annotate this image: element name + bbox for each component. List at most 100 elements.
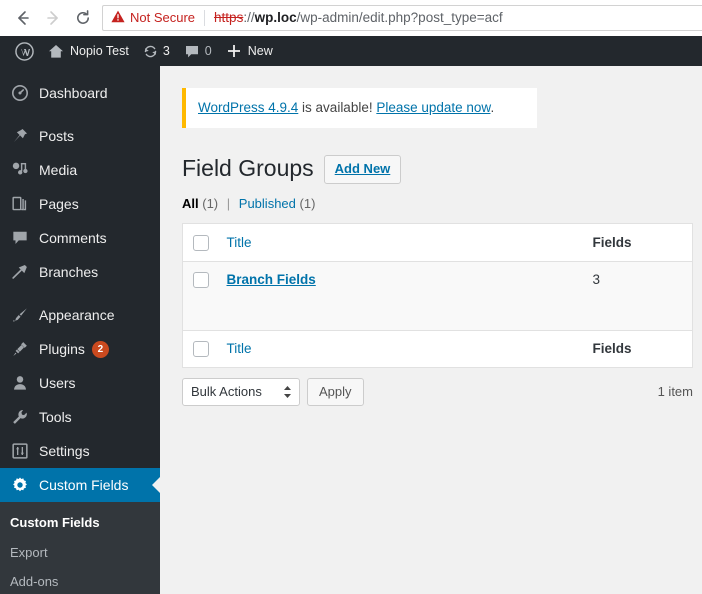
sliders-icon <box>10 441 30 461</box>
sidebar-item-label: Plugins <box>39 341 85 357</box>
sidebar-item-label: Branches <box>39 264 99 280</box>
url-scheme: https <box>214 10 244 25</box>
table-head: Title Fields <box>182 223 693 262</box>
submenu-item-add-ons[interactable]: Add-ons <box>0 567 160 594</box>
wrench-icon <box>10 407 30 427</box>
sidebar-item-users[interactable]: Users <box>0 366 160 400</box>
paintbrush-icon <box>10 305 30 325</box>
sidebar-item-branches[interactable]: Branches <box>0 255 160 289</box>
hammer-icon <box>10 262 30 282</box>
wordpress-logo-icon <box>15 41 34 61</box>
page-header: Field Groups Add New <box>182 154 692 184</box>
field-groups-table: Title Fields Branch Fields 3 Title Field… <box>182 223 693 368</box>
wordpress-version-link[interactable]: WordPress 4.9.4 <box>198 100 298 115</box>
select-all-checkbox-footer[interactable] <box>193 340 209 357</box>
row-select-cell <box>183 261 217 298</box>
column-footer-fields: Fields <box>582 329 693 368</box>
sidebar-item-tools[interactable]: Tools <box>0 400 160 434</box>
user-icon <box>10 373 30 393</box>
arrow-right-icon <box>44 9 62 27</box>
comments-count: 0 <box>204 44 212 58</box>
filter-all-link[interactable]: All <box>182 196 199 211</box>
sidebar-item-label: Dashboard <box>39 85 108 101</box>
new-content-label: New <box>247 44 273 58</box>
site-name-label: Nopio Test <box>70 44 129 58</box>
column-footer-title[interactable]: Title <box>216 329 583 368</box>
column-header-title[interactable]: Title <box>216 223 583 262</box>
wp-admin-bar: Nopio Test 3 0 New <box>0 36 702 66</box>
bulk-actions-select[interactable]: Bulk Actions <box>182 377 300 406</box>
update-notice: WordPress 4.9.4 is available! Please upd… <box>182 88 537 129</box>
media-icon <box>10 160 30 180</box>
bulk-actions-selected-value: Bulk Actions <box>191 384 262 400</box>
spacer-cell <box>216 298 583 331</box>
comments-menu[interactable]: 0 <box>177 36 219 66</box>
browser-toolbar: Not Secure https://wp.loc/wp-admin/edit.… <box>0 0 702 36</box>
site-name-menu[interactable]: Nopio Test <box>41 36 136 66</box>
sidebar-item-label: Appearance <box>39 307 115 323</box>
plugins-update-badge: 2 <box>91 340 109 358</box>
submenu-item-custom-fields[interactable]: Custom Fields <box>0 508 160 538</box>
plus-icon <box>226 43 242 59</box>
reload-button[interactable] <box>68 3 98 33</box>
sidebar-item-plugins[interactable]: Plugins 2 <box>0 332 160 366</box>
filter-published-count: (1) <box>299 196 316 212</box>
row-title-cell: Branch Fields <box>217 261 583 298</box>
table-footer-row: Title Fields <box>182 329 693 368</box>
page-title: Field Groups <box>182 155 314 182</box>
row-actions-spacer <box>182 298 693 331</box>
notice-text-end: . <box>490 100 495 115</box>
sidebar-item-label: Media <box>39 162 78 178</box>
item-count-label: 1 item <box>657 384 693 400</box>
updates-icon <box>143 44 158 59</box>
sidebar-item-dashboard[interactable]: Dashboard <box>0 76 160 110</box>
sidebar-item-label: Tools <box>39 409 72 425</box>
sidebar-item-label: Settings <box>39 443 90 459</box>
updates-count: 3 <box>162 44 170 58</box>
chevron-updown-icon <box>283 385 292 399</box>
url-separator: :// <box>243 10 255 25</box>
spacer-cell <box>182 298 217 331</box>
add-new-button[interactable]: Add New <box>323 154 402 184</box>
warning-triangle-icon <box>111 10 125 26</box>
updates-menu[interactable]: 3 <box>136 36 177 66</box>
select-all-header <box>182 223 217 262</box>
select-all-checkbox[interactable] <box>193 234 209 251</box>
status-filter-links: All (1) | Published (1) <box>182 196 692 211</box>
address-bar[interactable]: Not Secure https://wp.loc/wp-admin/edit.… <box>102 4 702 31</box>
sidebar-item-media[interactable]: Media <box>0 153 160 187</box>
sidebar-item-appearance[interactable]: Appearance <box>0 298 160 332</box>
sidebar-divider <box>0 289 160 298</box>
comment-icon <box>10 228 30 248</box>
please-update-now-link[interactable]: Please update now <box>376 100 490 115</box>
table-row[interactable]: Branch Fields 3 <box>182 261 693 299</box>
column-header-fields: Fields <box>582 223 693 262</box>
new-content-menu[interactable]: New <box>219 36 280 66</box>
home-icon <box>48 44 64 59</box>
sidebar-item-custom-fields[interactable]: Custom Fields <box>0 468 160 502</box>
table-body: Branch Fields 3 <box>182 261 693 331</box>
comment-bubble-icon <box>184 44 200 59</box>
wp-logo-menu[interactable] <box>8 36 41 66</box>
security-warning[interactable]: Not Secure <box>111 10 195 26</box>
sidebar-divider <box>0 110 160 119</box>
sidebar-item-label: Comments <box>39 230 107 246</box>
main-content: WordPress 4.9.4 is available! Please upd… <box>160 66 702 594</box>
sidebar-item-comments[interactable]: Comments <box>0 221 160 255</box>
table-header-row: Title Fields <box>182 223 693 262</box>
gear-icon <box>10 475 30 495</box>
submenu-item-export[interactable]: Export <box>0 538 160 568</box>
row-checkbox[interactable] <box>193 272 209 289</box>
plug-icon <box>10 339 30 359</box>
filter-published-link[interactable]: Published <box>239 196 296 211</box>
custom-fields-submenu: Custom Fields Export Add-ons <box>0 502 160 594</box>
sidebar-item-label: Users <box>39 375 76 391</box>
back-button[interactable] <box>8 3 38 33</box>
sidebar-item-pages[interactable]: Pages <box>0 187 160 221</box>
sidebar-item-posts[interactable]: Posts <box>0 119 160 153</box>
apply-button[interactable]: Apply <box>307 377 364 406</box>
omnibox-divider <box>204 9 206 26</box>
forward-button[interactable] <box>38 3 68 33</box>
sidebar-item-settings[interactable]: Settings <box>0 434 160 468</box>
field-group-link[interactable]: Branch Fields <box>227 272 316 287</box>
